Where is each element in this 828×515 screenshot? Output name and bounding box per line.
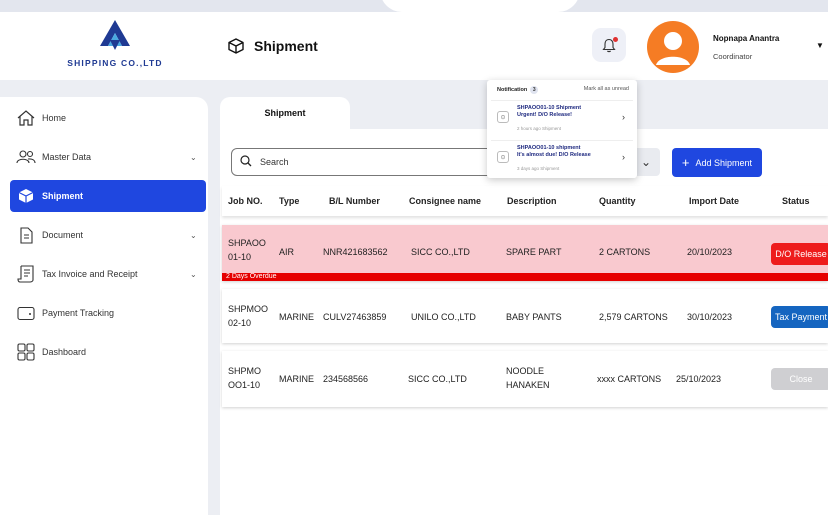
company-logo[interactable]: SHIPPING CO.,LTD (60, 16, 170, 76)
column-header[interactable]: B/L Number (329, 196, 380, 206)
user-menu-caret-icon[interactable]: ▼ (816, 41, 824, 50)
type-cell: MARINE (279, 312, 315, 322)
box-icon (16, 186, 36, 206)
user-name: Nopnapa Anantra (713, 34, 780, 43)
sidebar-item-payment-tracking[interactable]: Payment Tracking (0, 297, 208, 329)
notification-title: SHPAOO01-10 Shipment Urgent! D/O Release! (517, 105, 582, 119)
add-shipment-button[interactable]: + Add Shipment (672, 148, 762, 177)
box-icon: ⊙ (497, 151, 509, 163)
chevron-down-icon: ⌄ (190, 230, 197, 240)
table-row[interactable]: SHPMOO 02-10 MARINE CULV27463859 UNILO CO… (222, 289, 828, 343)
box-icon (228, 38, 244, 54)
import-date-cell: 25/10/2023 (676, 374, 722, 384)
description-cell: BABY PANTS (506, 312, 562, 322)
plus-icon: + (681, 155, 690, 170)
user-avatar-icon (656, 32, 690, 65)
status-button[interactable]: D/O Release (771, 243, 828, 265)
sidebar-item-master-data[interactable]: Master Data ⌄ (0, 141, 208, 173)
notification-item[interactable]: ⊙ SHPAOO01-10 shipment It's almost due! D… (491, 140, 633, 174)
table-row[interactable]: SHPMO OO1-10 MARINE 234568566 SICC CO.,LT… (222, 351, 828, 407)
avatar[interactable] (647, 21, 699, 73)
table-header: Job NO. Type B/L Number Consignee name D… (222, 186, 828, 216)
home-icon (16, 108, 36, 128)
job-no-cell: SHPMO OO1-10 (228, 366, 262, 390)
logo-text: SHIPPING CO.,LTD (67, 58, 163, 68)
chevron-right-icon: › (622, 152, 625, 162)
dashboard-icon (16, 342, 36, 362)
mark-all-unread-link[interactable]: Mark all as unread (584, 86, 629, 92)
notification-title: SHPAOO01-10 shipment It's almost due! D/O… (517, 145, 591, 159)
job-no-cell: SHPAOO 01-10 (228, 238, 266, 262)
status-button[interactable]: Tax Payment (771, 306, 828, 328)
bl-number-cell: 234568566 (323, 374, 369, 384)
description-cell: NOODLE HANAKEN (506, 366, 550, 390)
notification-meta: 3 days ago Shipment (517, 166, 560, 171)
box-icon: ⊙ (497, 111, 509, 123)
quantity-cell: 2,579 CARTONS (599, 312, 668, 322)
job-no-cell: SHPMOO 02-10 (228, 304, 269, 328)
sidebar-item-dashboard[interactable]: Dashboard (0, 336, 208, 368)
quantity-cell: 2 CARTONS (599, 247, 651, 257)
import-date-cell: 30/10/2023 (687, 312, 733, 322)
notification-button[interactable] (592, 28, 626, 62)
sidebar-item-label: Master Data (42, 152, 92, 162)
sidebar-item-label: Tax Invoice and Receipt (42, 269, 138, 279)
bl-number-cell: CULV27463859 (323, 312, 387, 322)
table-row[interactable]: SHPAOO 01-10 AIR NNR421683562 SICC CO.,LT… (222, 225, 828, 281)
receipt-icon (16, 264, 36, 284)
consignee-cell: SICC CO.,LTD (411, 247, 470, 257)
tab-shipment[interactable]: Shipment (220, 97, 350, 129)
page-heading: Shipment (228, 38, 318, 54)
top-decoration (0, 0, 828, 12)
sidebar-item-label: Payment Tracking (42, 308, 115, 318)
type-cell: MARINE (279, 374, 315, 384)
notification-count-badge: 3 (530, 86, 539, 94)
consignee-cell: UNILO CO.,LTD (411, 312, 476, 322)
import-date-cell: 20/10/2023 (687, 247, 733, 257)
column-header[interactable]: Job NO. (228, 196, 263, 206)
column-header[interactable]: Type (279, 196, 299, 206)
column-header[interactable]: Quantity (599, 196, 636, 206)
status-button[interactable]: Close (771, 368, 828, 390)
overdue-badge: 2 Days Overdue (222, 273, 828, 281)
chevron-right-icon: › (622, 112, 625, 122)
sidebar-item-document[interactable]: Document ⌄ (0, 219, 208, 251)
user-role: Coordinator (713, 52, 753, 61)
search-placeholder: Search (260, 157, 289, 167)
sidebar-item-shipment[interactable]: Shipment (10, 180, 206, 212)
search-icon (240, 155, 252, 169)
sidebar-item-home[interactable]: Home (0, 102, 208, 134)
app-header: SHIPPING CO.,LTD Shipment Nopnapa Anantr… (0, 12, 828, 80)
type-cell: AIR (279, 247, 295, 257)
quantity-cell: xxxx CARTONS (597, 374, 662, 384)
page-title: Shipment (254, 38, 318, 54)
notification-item[interactable]: ⊙ SHPAOO01-10 Shipment Urgent! D/O Releas… (491, 100, 633, 134)
column-header[interactable]: Consignee name (409, 196, 481, 206)
sidebar-item-label: Dashboard (42, 347, 87, 357)
notification-meta: 2 hours ago Shipment (517, 126, 562, 131)
logo-mark-icon (100, 20, 130, 50)
sidebar-item-tax-invoice[interactable]: Tax Invoice and Receipt ⌄ (0, 258, 208, 290)
wallet-icon (16, 303, 36, 323)
document-icon (16, 225, 36, 245)
users-icon (16, 147, 36, 167)
column-header[interactable]: Import Date (689, 196, 739, 206)
column-header[interactable]: Status (782, 196, 810, 206)
bl-number-cell: NNR421683562 (323, 247, 388, 257)
column-header[interactable]: Description (507, 196, 557, 206)
sidebar: Home Master Data ⌄ Shipment Document ⌄ T… (0, 97, 208, 515)
sidebar-item-label: Shipment (42, 191, 84, 201)
chevron-down-icon: ⌄ (190, 152, 197, 162)
add-shipment-label: Add Shipment (695, 157, 753, 168)
sidebar-item-label: Document (42, 230, 84, 240)
notification-heading: Notification 3 (497, 86, 539, 94)
sidebar-item-label: Home (42, 113, 67, 123)
chevron-down-icon: ⌄ (190, 269, 197, 279)
description-cell: SPARE PART (506, 247, 562, 257)
notification-dot (613, 37, 618, 42)
consignee-cell: SICC CO.,LTD (408, 374, 467, 384)
notification-popover: Notification 3 Mark all as unread ⊙ SHPAO… (487, 80, 637, 178)
